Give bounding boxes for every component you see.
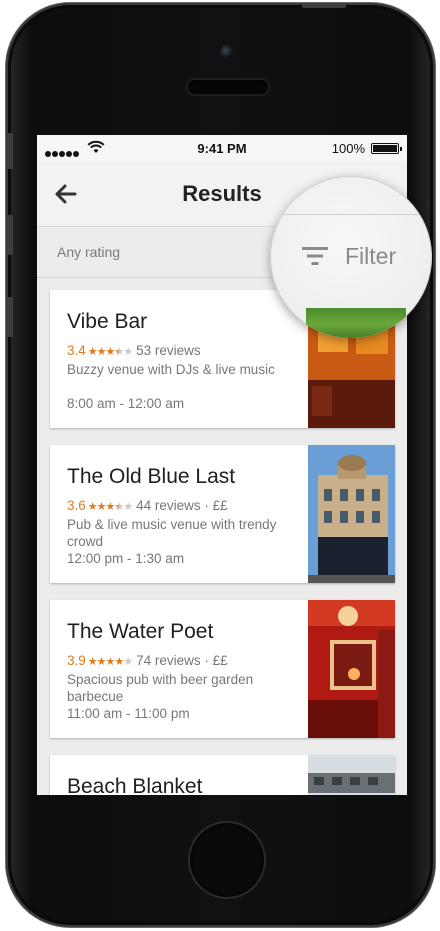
result-name: The Water Poet xyxy=(67,620,214,643)
battery-icon xyxy=(371,143,402,154)
result-description: Pub & live music venue with trendy crowd xyxy=(67,517,277,549)
front-camera xyxy=(220,45,234,59)
result-photo xyxy=(308,445,395,583)
result-reviews: 44 reviews xyxy=(136,498,201,513)
result-photo xyxy=(308,600,395,738)
magnified-photo xyxy=(306,308,406,338)
result-meta: 3.6 ★★★★★ 44 reviews · ££ xyxy=(67,498,228,513)
star-rating: ★★★★★ xyxy=(87,501,133,513)
result-card[interactable]: The Water Poet 3.9 ★★★★★ 74 reviews · ££ S… xyxy=(50,600,395,738)
result-hours: 12:00 pm - 1:30 am xyxy=(67,551,185,566)
filter-magnifier: Filter xyxy=(270,176,432,338)
result-description: Buzzy venue with DJs & live music xyxy=(67,362,275,377)
star-rating: ★★★★★ xyxy=(87,656,133,668)
filter-icon xyxy=(302,247,328,265)
result-rating: 3.9 xyxy=(67,653,86,668)
result-hours: 11:00 am - 11:00 pm xyxy=(67,706,190,721)
star-rating: ★★★★★ xyxy=(87,346,133,358)
result-hours: 8:00 am - 12:00 am xyxy=(67,396,185,411)
result-rating: 3.6 xyxy=(67,498,86,513)
result-name: The Old Blue Last xyxy=(67,465,236,488)
result-photo xyxy=(308,755,395,795)
result-name: Vibe Bar xyxy=(67,310,148,333)
result-reviews: 53 reviews xyxy=(136,343,201,358)
home-button[interactable] xyxy=(190,823,264,897)
status-bar: 9:41 PM 100% xyxy=(37,135,407,161)
result-price: ££ xyxy=(212,498,228,513)
result-rating: 3.4 xyxy=(67,343,86,358)
result-name: Beach Blanket xyxy=(67,775,203,795)
result-card[interactable]: The Old Blue Last 3.6 ★★★★★ 44 reviews · £… xyxy=(50,445,395,583)
result-meta: 3.4 ★★★★★ 53 reviews xyxy=(67,343,201,358)
result-card[interactable]: Beach Blanket xyxy=(50,755,395,795)
battery-percentage: 100% xyxy=(331,141,365,156)
header-divider xyxy=(270,214,432,215)
rating-filter[interactable]: Any rating xyxy=(57,244,120,260)
mute-switch xyxy=(7,133,13,169)
volume-up-button xyxy=(7,215,13,255)
earpiece-speaker xyxy=(188,80,268,94)
volume-down-button xyxy=(7,297,13,337)
power-button xyxy=(302,3,346,8)
result-description: Spacious pub with beer garden barbecue xyxy=(67,672,254,704)
result-meta: 3.9 ★★★★★ 74 reviews · ££ xyxy=(67,653,228,668)
result-reviews: 74 reviews xyxy=(136,653,201,668)
filter-button[interactable]: Filter xyxy=(302,236,412,276)
result-price: ££ xyxy=(212,653,228,668)
filter-label: Filter xyxy=(345,243,397,269)
